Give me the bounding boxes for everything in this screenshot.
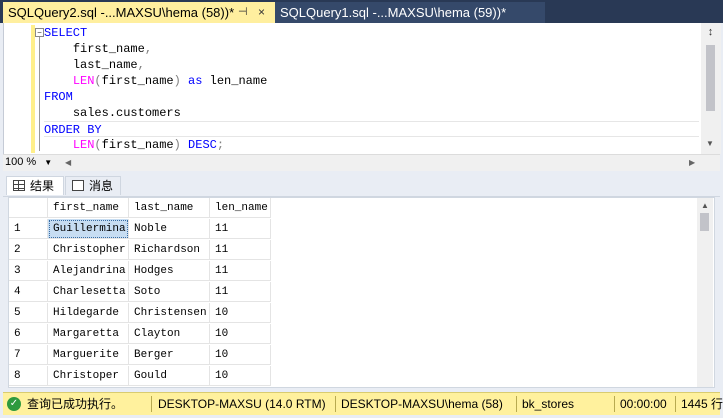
- grid-cell[interactable]: Noble: [129, 219, 210, 239]
- grid-cell[interactable]: 11: [210, 219, 271, 239]
- tab-messages-label: 消息: [89, 179, 114, 193]
- status-divider: [516, 396, 517, 412]
- pin-icon[interactable]: ⊣: [238, 2, 248, 23]
- status-rows: 1445 行: [681, 397, 723, 411]
- code-line-7: ORDER BY: [44, 121, 699, 137]
- zoom-value: 100 %: [5, 156, 37, 168]
- grid-cell[interactable]: Christensen: [129, 303, 210, 323]
- row-number[interactable]: 1: [9, 219, 48, 239]
- grid-cell[interactable]: Alejandrina: [48, 261, 129, 281]
- grid-cell[interactable]: 11: [210, 240, 271, 260]
- tab-label: SQLQuery1.sql -...MAXSU\hema (59))*: [280, 5, 507, 20]
- change-tracking-bar: [31, 25, 35, 153]
- editor-vertical-scrollbar[interactable]: ↕ ▼: [701, 23, 721, 154]
- tab-results-label: 结果: [30, 179, 55, 193]
- tab-label: SQLQuery2.sql -...MAXSU\hema (58))*: [8, 5, 235, 20]
- split-icon[interactable]: ↕: [703, 26, 718, 38]
- code-line-8: LEN(first_name) DESC;: [72, 138, 225, 152]
- success-check-icon: ✓: [7, 397, 21, 411]
- grid-cell[interactable]: Hildegarde: [48, 303, 129, 323]
- outline-line: [39, 37, 40, 151]
- status-database: bk_stores: [522, 397, 575, 411]
- row-header-corner[interactable]: [9, 198, 48, 218]
- column-header[interactable]: first_name: [48, 198, 129, 218]
- grid-cell[interactable]: Christopher: [48, 240, 129, 260]
- row-number[interactable]: 8: [9, 366, 48, 386]
- scroll-right-icon[interactable]: ▶: [689, 158, 695, 167]
- editor-gutter: [4, 23, 34, 151]
- grid-cell[interactable]: Margaretta: [48, 324, 129, 344]
- results-grid[interactable]: first_name last_name len_name 1 Guillerm…: [8, 197, 715, 388]
- status-divider: [675, 396, 676, 412]
- query-editor[interactable]: − SELECT first_name, last_name, LEN(firs…: [3, 23, 721, 154]
- status-user: DESKTOP-MAXSU\hema (58): [341, 397, 503, 411]
- grid-cell[interactable]: Gould: [129, 366, 210, 386]
- results-tab-strip: 结果 消息: [3, 174, 720, 197]
- status-message: 查询已成功执行。: [27, 397, 124, 411]
- status-divider: [335, 396, 336, 412]
- tab-sqlquery1[interactable]: SQLQuery1.sql -...MAXSU\hema (59))*: [275, 2, 545, 23]
- code-line-2: first_name,: [72, 42, 153, 56]
- grid-cell[interactable]: Clayton: [129, 324, 210, 344]
- code-line-1: SELECT: [44, 26, 88, 40]
- status-elapsed: 00:00:00: [620, 397, 667, 411]
- code-line-5: FROM: [44, 90, 73, 104]
- zoom-bar: 100 % ▼ ◀ ▶: [3, 154, 720, 171]
- scroll-thumb[interactable]: [706, 45, 715, 111]
- row-number[interactable]: 2: [9, 240, 48, 260]
- zoom-dropdown[interactable]: 100 % ▼: [5, 155, 52, 170]
- status-server: DESKTOP-MAXSU (14.0 RTM): [158, 397, 326, 411]
- code-line-4: LEN(first_name) as len_name: [72, 74, 268, 88]
- scroll-left-icon[interactable]: ◀: [65, 158, 71, 167]
- tab-results[interactable]: 结果: [6, 176, 64, 195]
- collapse-icon[interactable]: −: [35, 28, 44, 37]
- row-number[interactable]: 5: [9, 303, 48, 323]
- message-icon: [72, 180, 84, 191]
- grid-cell[interactable]: Charlesetta: [48, 282, 129, 302]
- tab-sqlquery2[interactable]: SQLQuery2.sql -...MAXSU\hema (58))* ⊣ ×: [3, 2, 275, 23]
- grid-cell[interactable]: 11: [210, 282, 271, 302]
- grid-cell[interactable]: 10: [210, 324, 271, 344]
- grid-cell[interactable]: 10: [210, 345, 271, 365]
- row-number[interactable]: 6: [9, 324, 48, 344]
- code-line-3: last_name,: [72, 58, 145, 72]
- status-divider: [614, 396, 615, 412]
- document-tab-bar: SQLQuery2.sql -...MAXSU\hema (58))* ⊣ × …: [0, 0, 723, 23]
- grid-cell[interactable]: Christoper: [48, 366, 129, 386]
- row-number[interactable]: 3: [9, 261, 48, 281]
- sql-code[interactable]: SELECT first_name, last_name, LEN(first_…: [44, 25, 699, 153]
- grid-cell[interactable]: 11: [210, 261, 271, 281]
- status-bar: ✓ 查询已成功执行。 DESKTOP-MAXSU (14.0 RTM) DESK…: [3, 392, 723, 415]
- grid-cell[interactable]: 10: [210, 303, 271, 323]
- column-header[interactable]: last_name: [129, 198, 210, 218]
- close-icon[interactable]: ×: [258, 2, 265, 23]
- scroll-up-icon[interactable]: ▲: [701, 201, 709, 210]
- grid-cell[interactable]: 10: [210, 366, 271, 386]
- scroll-thumb[interactable]: [700, 213, 709, 231]
- status-divider: [151, 396, 152, 412]
- code-line-6: sales.customers: [72, 106, 181, 120]
- tab-messages[interactable]: 消息: [65, 176, 121, 195]
- grid-cell[interactable]: Marguerite: [48, 345, 129, 365]
- grid-icon: [13, 180, 25, 191]
- results-vertical-scrollbar[interactable]: ▲: [697, 198, 713, 387]
- grid-cell-selected[interactable]: Guillermina: [48, 219, 129, 239]
- grid-cell[interactable]: Berger: [129, 345, 210, 365]
- grid-cell[interactable]: Richardson: [129, 240, 210, 260]
- chevron-down-icon: ▼: [44, 158, 53, 167]
- grid-cell[interactable]: Soto: [129, 282, 210, 302]
- row-number[interactable]: 7: [9, 345, 48, 365]
- grid-cell[interactable]: Hodges: [129, 261, 210, 281]
- column-header[interactable]: len_name: [210, 198, 271, 218]
- scroll-down-icon[interactable]: ▼: [706, 139, 714, 148]
- row-number[interactable]: 4: [9, 282, 48, 302]
